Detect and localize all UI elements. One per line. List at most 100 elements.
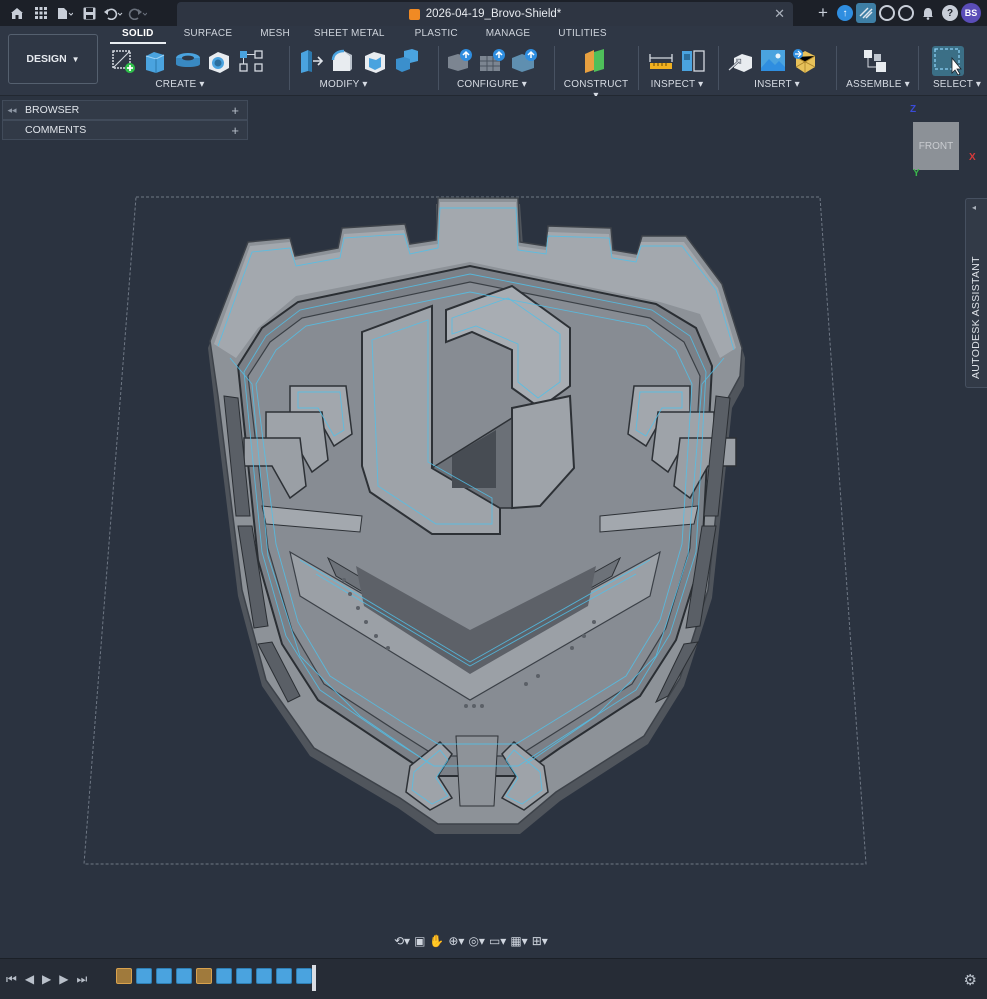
fillet-icon[interactable] xyxy=(330,48,356,74)
tab-manage[interactable]: MANAGE xyxy=(474,26,543,44)
pattern-icon[interactable] xyxy=(238,48,264,74)
tab-mesh[interactable]: MESH xyxy=(248,26,302,44)
look-at-icon[interactable]: ▣ xyxy=(414,934,425,948)
assemble-group-label[interactable]: ASSEMBLE ▾ xyxy=(846,79,910,90)
inspect-group-label[interactable]: INSPECT ▾ xyxy=(642,79,712,90)
collapse-icon[interactable]: ◂◂ xyxy=(3,105,21,116)
configure-group-label[interactable]: CONFIGURE ▾ xyxy=(434,79,550,90)
timeline-extrude-icon[interactable] xyxy=(256,968,272,984)
assemble-tools xyxy=(846,44,910,78)
title-bar: 2026-04-19_Brovo-Shield* ✕ + ↑ ? BS xyxy=(0,0,987,26)
inspect-tools xyxy=(648,44,712,78)
press-pull-icon[interactable] xyxy=(298,48,324,74)
viewports-icon[interactable]: ⊞▾ xyxy=(532,934,548,948)
update-icon[interactable]: ↑ xyxy=(837,5,853,21)
playback-controls: ⏮ ◀ ▶ ▶ ⏭ xyxy=(6,972,87,987)
online-icon[interactable] xyxy=(879,5,895,21)
undo-icon[interactable] xyxy=(102,2,124,24)
zoom-icon[interactable]: ⊕▾ xyxy=(448,934,464,948)
new-tab-icon[interactable]: + xyxy=(812,2,834,24)
clock-icon[interactable] xyxy=(898,5,914,21)
bell-icon[interactable] xyxy=(917,2,939,24)
canvas-viewport[interactable] xyxy=(0,96,987,958)
insert-mesh-icon[interactable] xyxy=(792,48,818,74)
timeline-extrude-icon[interactable] xyxy=(296,968,312,984)
timeline-marker[interactable] xyxy=(312,965,316,991)
combine-icon[interactable] xyxy=(394,48,420,74)
timeline-extrude-icon[interactable] xyxy=(216,968,232,984)
avatar[interactable]: BS xyxy=(961,3,981,23)
display-settings-icon[interactable]: ▭▾ xyxy=(489,934,506,948)
timeline-extrude-icon[interactable] xyxy=(236,968,252,984)
workspace-dropdown[interactable]: DESIGN ▼ xyxy=(8,34,98,84)
pan-icon[interactable]: ✋ xyxy=(429,934,444,948)
assistant-panel-tab[interactable]: ◂ AUTODESK ASSISTANT xyxy=(965,198,987,388)
measure-icon[interactable] xyxy=(648,48,674,74)
document-tab[interactable]: 2026-04-19_Brovo-Shield* ✕ xyxy=(177,2,793,26)
view-cube[interactable]: Z FRONT X Y xyxy=(906,104,976,180)
shell-icon[interactable] xyxy=(362,48,388,74)
create-sketch-icon[interactable] xyxy=(110,48,136,74)
select-group-label[interactable]: SELECT ▾ xyxy=(928,79,986,90)
timeline-features xyxy=(116,968,312,984)
tab-utilities[interactable]: UTILITIES xyxy=(546,26,618,44)
home-icon[interactable] xyxy=(6,2,28,24)
modify-tools xyxy=(298,44,434,78)
play-icon[interactable]: ▶ xyxy=(42,972,51,987)
navigation-bar: ⟲▾ ▣ ✋ ⊕▾ ◎▾ ▭▾ ▦▾ ⊞▾ xyxy=(394,930,594,952)
select-icon[interactable] xyxy=(932,46,964,76)
close-icon[interactable]: ✕ xyxy=(774,6,785,22)
view-cube-front[interactable]: FRONT xyxy=(913,122,959,170)
extensions-icon[interactable] xyxy=(856,3,876,23)
timeline-extrude-icon[interactable] xyxy=(176,968,192,984)
grid-settings-icon[interactable]: ▦▾ xyxy=(510,934,527,948)
insert-derive-icon[interactable] xyxy=(728,48,754,74)
go-to-start-icon[interactable]: ⏮ xyxy=(6,972,17,987)
create-group-label[interactable]: CREATE ▾ xyxy=(80,79,280,90)
new-component-icon[interactable] xyxy=(862,48,888,74)
revolve-icon[interactable] xyxy=(174,48,200,74)
orbit-icon[interactable]: ⟲▾ xyxy=(394,934,410,948)
timeline-sketch-icon[interactable] xyxy=(116,968,132,984)
configure-table-icon[interactable] xyxy=(478,48,505,74)
z-axis-label: Z xyxy=(910,104,917,115)
timeline-extrude-icon[interactable] xyxy=(156,968,172,984)
go-to-end-icon[interactable]: ⏭ xyxy=(77,972,88,987)
create-tools xyxy=(110,44,280,78)
browser-label: BROWSER xyxy=(25,104,80,116)
comments-panel[interactable]: COMMENTS + xyxy=(2,120,248,140)
document-icon xyxy=(408,8,420,20)
fit-icon[interactable]: ◎▾ xyxy=(468,934,485,948)
insert-group-label[interactable]: INSERT ▾ xyxy=(722,79,832,90)
expand-left-icon[interactable]: ◂ xyxy=(972,203,976,212)
file-icon[interactable] xyxy=(54,2,76,24)
timeline-sketch-icon[interactable] xyxy=(196,968,212,984)
tab-solid[interactable]: SOLID xyxy=(110,26,166,44)
help-icon[interactable]: ? xyxy=(942,5,958,21)
select-tools xyxy=(926,44,986,78)
timeline-extrude-icon[interactable] xyxy=(276,968,292,984)
tab-sheet-metal[interactable]: SHEET METAL xyxy=(302,26,397,44)
configure-theme-icon[interactable] xyxy=(510,48,537,74)
offset-plane-icon[interactable] xyxy=(582,48,608,74)
configure-model-icon[interactable] xyxy=(446,48,472,74)
expand-icon[interactable]: + xyxy=(231,103,239,118)
step-back-icon[interactable]: ◀ xyxy=(25,972,34,987)
timeline-extrude-icon[interactable] xyxy=(136,968,152,984)
section-analysis-icon[interactable] xyxy=(680,48,706,74)
tab-plastic[interactable]: PLASTIC xyxy=(403,26,470,44)
tab-surface[interactable]: SURFACE xyxy=(172,26,245,44)
extrude-icon[interactable] xyxy=(142,48,168,74)
gear-icon[interactable]: ⚙ xyxy=(964,971,977,989)
step-forward-icon[interactable]: ▶ xyxy=(59,972,68,987)
timeline-bar: ⏮ ◀ ▶ ▶ ⏭ ⚙ xyxy=(0,958,987,999)
model-canvas[interactable] xyxy=(0,96,987,958)
grid-icon[interactable] xyxy=(30,2,52,24)
hole-icon[interactable] xyxy=(206,48,232,74)
expand-icon[interactable]: + xyxy=(231,123,239,138)
modify-group-label[interactable]: MODIFY ▾ xyxy=(253,79,434,90)
browser-panel[interactable]: ◂◂ BROWSER + xyxy=(2,100,248,120)
save-icon[interactable] xyxy=(78,2,100,24)
redo-icon[interactable] xyxy=(126,2,148,24)
insert-canvas-icon[interactable] xyxy=(760,48,786,74)
